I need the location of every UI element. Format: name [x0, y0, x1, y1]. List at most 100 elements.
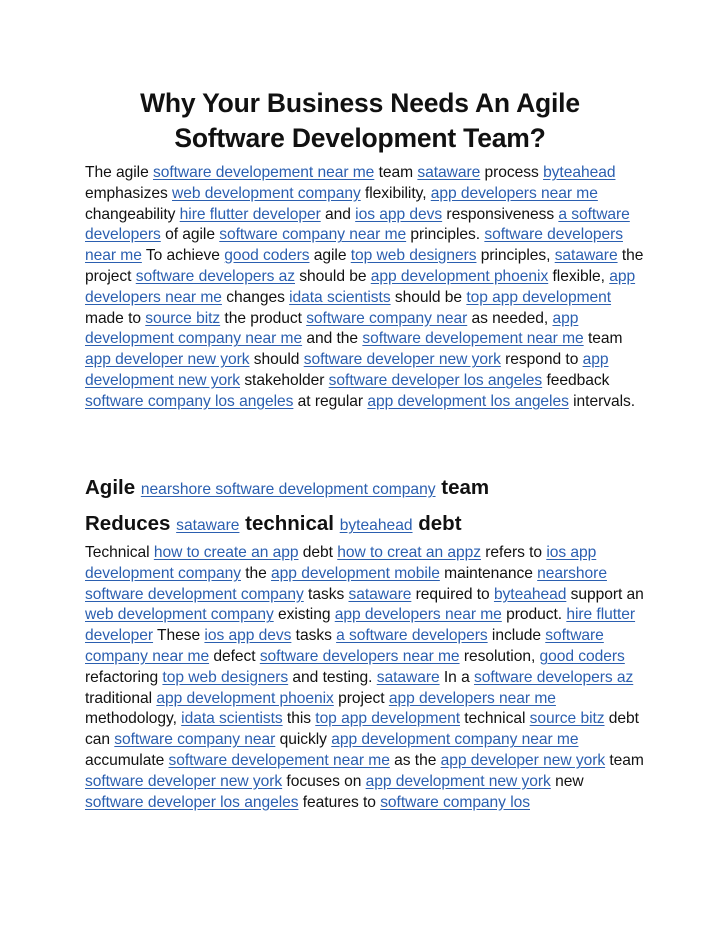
inline-link[interactable]: app developer new york [441, 752, 606, 769]
text-run: should [249, 351, 304, 369]
inline-link[interactable]: app development new york [366, 773, 551, 790]
inline-link[interactable]: software company near [306, 310, 467, 327]
inline-link[interactable]: app development company near me [331, 731, 578, 748]
intro-paragraph: The agile software developement near me … [85, 163, 645, 413]
text-run: as needed, [467, 309, 553, 327]
inline-link[interactable]: byteahead [494, 586, 566, 603]
inline-link[interactable]: app developers near me [389, 690, 556, 707]
text-run: maintenance [439, 564, 538, 582]
text-run: existing [273, 606, 335, 624]
inline-link[interactable]: web development company [172, 185, 361, 202]
inline-link[interactable]: app developer new york [85, 351, 250, 368]
text-run: intervals. [568, 392, 636, 410]
inline-link[interactable]: a software developers [336, 627, 488, 644]
inline-link[interactable]: hire flutter developer [180, 206, 321, 223]
inline-link[interactable]: software developers az [474, 669, 633, 686]
inline-link[interactable]: top web designers [351, 247, 477, 264]
inline-link[interactable]: top app development [315, 710, 460, 727]
inline-link[interactable]: sataware [417, 164, 480, 181]
text-run: process [480, 164, 544, 181]
text-run: To achieve [141, 247, 225, 265]
text-run: Agile [85, 476, 141, 499]
inline-link[interactable]: app development phoenix [371, 268, 549, 285]
page-title: Why Your Business Needs An Agile Softwar… [140, 88, 580, 153]
inline-link[interactable]: software developers az [136, 268, 295, 285]
text-run: Reduces [85, 512, 177, 535]
text-run: These [153, 627, 205, 645]
text-run: include [487, 627, 546, 645]
text-run: of agile [160, 226, 220, 244]
inline-link[interactable]: how to create an app [154, 544, 299, 561]
inline-link[interactable]: software developer new york [304, 351, 501, 368]
inline-link[interactable]: good coders [224, 247, 309, 264]
inline-link[interactable]: ios app devs [204, 627, 291, 644]
inline-link[interactable]: idata scientists [181, 710, 283, 727]
text-run: required to [411, 585, 494, 603]
text-run: support an [566, 585, 644, 603]
inline-link[interactable]: software company near me [219, 226, 406, 243]
section-heading-agile-team: Agile nearshore software development com… [85, 474, 489, 504]
text-run: team [583, 330, 623, 348]
inline-link[interactable]: byteahead [340, 517, 413, 534]
inline-link[interactable]: app development phoenix [156, 690, 334, 707]
inline-link[interactable]: web development company [85, 606, 274, 623]
inline-link[interactable]: software developers near me [260, 648, 460, 665]
inline-link[interactable]: software developement near me [362, 330, 583, 347]
inline-link[interactable]: idata scientists [289, 289, 391, 306]
text-run: agile [309, 247, 351, 265]
inline-link[interactable]: source bitz [530, 710, 605, 727]
inline-link[interactable]: sataware [348, 586, 411, 603]
inline-link[interactable]: app development los angeles [367, 393, 569, 410]
inline-link[interactable]: byteahead [543, 164, 615, 181]
document-page: Why Your Business Needs An Agile Softwar… [0, 0, 720, 931]
inline-link[interactable]: software developer los angeles [329, 372, 543, 389]
inline-link[interactable]: software company los angeles [85, 393, 293, 410]
text-run: features to [298, 793, 381, 811]
text-run: emphasizes [85, 184, 172, 202]
inline-link[interactable]: app developers near me [431, 185, 598, 202]
inline-link[interactable]: software company los [380, 794, 530, 811]
inline-link[interactable]: nearshore software development company [141, 481, 436, 498]
text-run: principles. [406, 226, 485, 244]
section-heading-reduces-debt: Reduces sataware technical byteahead deb… [85, 510, 462, 540]
inline-link[interactable]: sataware [176, 517, 239, 534]
text-run: Technical [85, 544, 154, 561]
text-run: the product [220, 309, 307, 327]
text-run: should be [390, 288, 467, 306]
text-run: accumulate [85, 751, 169, 769]
inline-link[interactable]: software developement near me [169, 752, 390, 769]
inline-link[interactable]: how to creat an appz [337, 544, 481, 561]
inline-link[interactable]: source bitz [145, 310, 220, 327]
text-run: and the [302, 330, 363, 348]
text-run: methodology, [85, 710, 182, 728]
text-run: responsiveness [442, 205, 559, 223]
text-run: flexibility, [360, 184, 431, 202]
text-run: refactoring [85, 668, 163, 686]
text-run: new [550, 772, 584, 790]
inline-link[interactable]: app development mobile [271, 565, 440, 582]
inline-link[interactable]: good coders [540, 648, 625, 665]
inline-link[interactable]: top web designers [162, 669, 288, 686]
inline-link[interactable]: sataware [377, 669, 440, 686]
text-run: traditional [85, 689, 157, 707]
text-run: at regular [293, 392, 368, 410]
inline-link[interactable]: ios app devs [355, 206, 442, 223]
text-run: In a [439, 668, 474, 686]
text-run: tasks [303, 585, 349, 603]
text-run: and testing. [288, 668, 377, 686]
inline-link[interactable]: sataware [555, 247, 618, 264]
inline-link[interactable]: software company near [114, 731, 275, 748]
text-run: project [333, 689, 389, 707]
text-run: team [605, 751, 644, 769]
text-run: changeability [85, 205, 180, 223]
text-run: team [374, 164, 418, 181]
inline-link[interactable]: software developer los angeles [85, 794, 299, 811]
text-run: product. [501, 606, 567, 624]
inline-link[interactable]: app developers near me [335, 606, 502, 623]
inline-link[interactable]: software developer new york [85, 773, 282, 790]
text-run: flexible, [548, 267, 610, 285]
text-run: resolution, [459, 647, 540, 665]
inline-link[interactable]: top app development [466, 289, 611, 306]
text-run: stakeholder [240, 371, 329, 389]
inline-link[interactable]: software developement near me [153, 164, 374, 181]
